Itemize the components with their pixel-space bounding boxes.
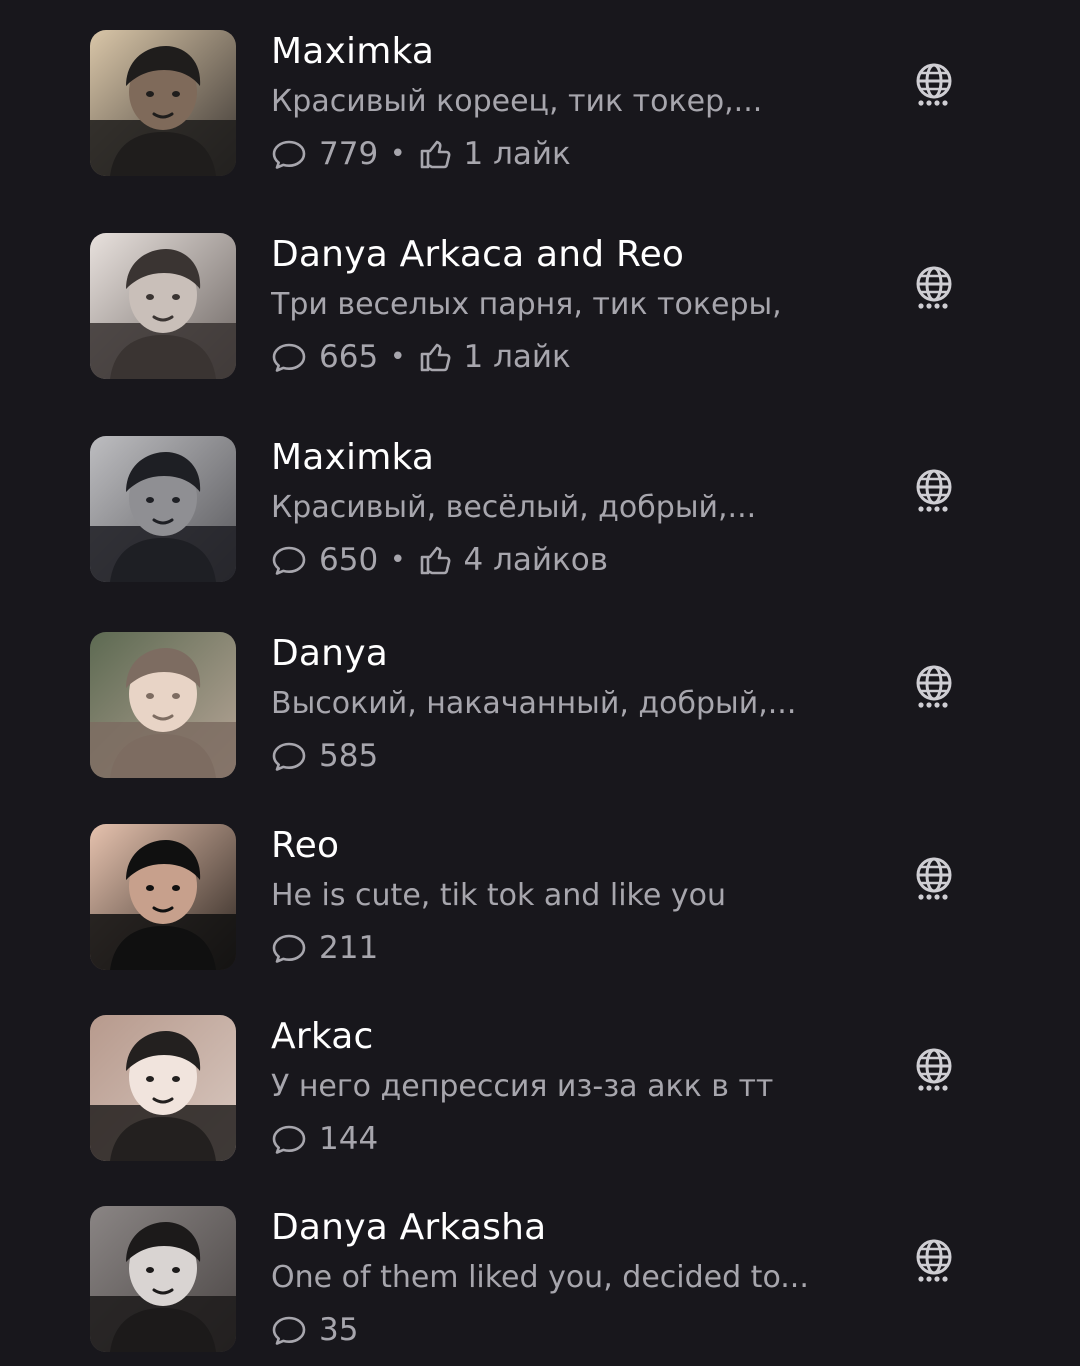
bot-list-item[interactable]: Danya Arkasha One of them liked you, deci… [0, 1206, 1080, 1356]
bot-name: Danya Arkaca and Reo [271, 234, 685, 275]
bot-stats: 35 [271, 1310, 358, 1350]
bot-name: Arkac [271, 1016, 374, 1057]
chat-bubble-icon [271, 1312, 307, 1348]
bot-list-item[interactable]: Maximka Красивый, весёлый, добрый,... 650 •… [0, 436, 1080, 586]
globe-icon[interactable] [912, 1236, 956, 1284]
bot-description: Три веселых парня, тик токеры, [271, 287, 782, 322]
avatar [90, 1206, 236, 1352]
avatar [90, 436, 236, 582]
separator-dot: • [390, 545, 406, 575]
avatar [90, 632, 236, 778]
message-count: 665 [319, 339, 379, 375]
message-count: 211 [319, 930, 379, 966]
bot-name: Danya [271, 633, 388, 674]
bot-list-item[interactable]: Maximka Красивый кореец, тик токер,... 779… [0, 30, 1080, 180]
message-count: 779 [319, 136, 379, 172]
avatar [90, 824, 236, 970]
bot-stats: 779 • 1 лайк [271, 134, 571, 174]
like-count: 1 лайк [463, 136, 571, 172]
avatar [90, 30, 236, 176]
thumbs-up-icon [418, 339, 454, 375]
bot-stats: 144 [271, 1119, 378, 1159]
bot-stats: 585 [271, 736, 378, 776]
avatar [90, 1015, 236, 1161]
message-count: 585 [319, 738, 379, 774]
chat-bubble-icon [271, 1121, 307, 1157]
chat-bubble-icon [271, 930, 307, 966]
bot-stats: 211 [271, 928, 378, 968]
bot-stats: 650 • 4 лайков [271, 540, 608, 580]
globe-icon[interactable] [912, 1045, 956, 1093]
bot-stats: 665 • 1 лайк [271, 337, 571, 377]
message-count: 35 [319, 1312, 359, 1348]
separator-dot: • [390, 342, 406, 372]
globe-icon[interactable] [912, 60, 956, 108]
message-count: 144 [319, 1121, 379, 1157]
bot-description: Высокий, накачанный, добрый,... [271, 686, 797, 721]
chat-bubble-icon [271, 136, 307, 172]
chat-bubble-icon [271, 738, 307, 774]
globe-icon[interactable] [912, 466, 956, 514]
bot-description: У него депрессия из-за акк в тт [271, 1069, 774, 1104]
bot-name: Maximka [271, 437, 435, 478]
avatar [90, 233, 236, 379]
bot-list-item[interactable]: Danya Высокий, накачанный, добрый,... 585 [0, 632, 1080, 782]
bot-name: Reo [271, 825, 340, 866]
message-count: 650 [319, 542, 379, 578]
like-count: 4 лайков [463, 542, 609, 578]
thumbs-up-icon [418, 136, 454, 172]
globe-icon[interactable] [912, 263, 956, 311]
separator-dot: • [390, 139, 406, 169]
bot-name: Danya Arkasha [271, 1207, 547, 1248]
chat-bubble-icon [271, 542, 307, 578]
like-count: 1 лайк [463, 339, 571, 375]
globe-icon[interactable] [912, 662, 956, 710]
bot-list: Maximka Красивый кореец, тик токер,... 779… [0, 0, 1080, 1366]
bot-description: One of them liked you, decided to... [271, 1260, 809, 1295]
bot-list-item[interactable]: Reo He is cute, tik tok and like you 211 [0, 824, 1080, 974]
globe-icon[interactable] [912, 854, 956, 902]
bot-list-item[interactable]: Danya Arkaca and Reo Три веселых парня, т… [0, 233, 1080, 383]
thumbs-up-icon [418, 542, 454, 578]
bot-description: Красивый, весёлый, добрый,... [271, 490, 757, 525]
chat-bubble-icon [271, 339, 307, 375]
bot-description: He is cute, tik tok and like you [271, 878, 726, 913]
bot-name: Maximka [271, 31, 435, 72]
bot-list-item[interactable]: Arkac У него депрессия из-за акк в тт 144 [0, 1015, 1080, 1165]
bot-description: Красивый кореец, тик токер,... [271, 84, 763, 119]
